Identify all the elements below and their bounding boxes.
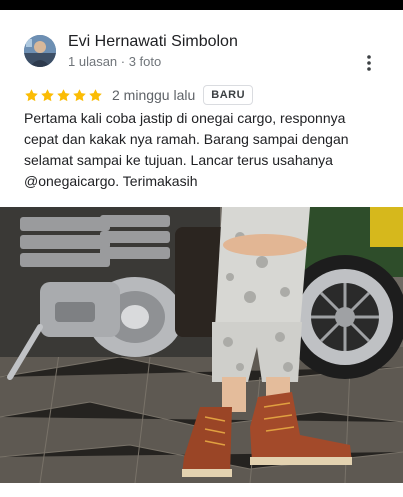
star-rating	[24, 88, 103, 103]
top-bar	[0, 0, 403, 10]
author-name[interactable]: Evi Hernawati Simbolon	[68, 33, 238, 51]
star-icon	[25, 88, 38, 101]
author-avatar[interactable]	[24, 35, 56, 67]
review-photo[interactable]	[0, 207, 403, 483]
review-date: 2 minggu lalu	[112, 87, 196, 103]
rating-row: 2 minggu lalu BARU	[24, 84, 254, 106]
new-badge: BARU	[203, 85, 254, 105]
bottom-strip	[0, 483, 403, 497]
review-header: Evi Hernawati Simbolon 1 ulasan · 3 foto	[0, 10, 403, 82]
star-icon	[73, 88, 86, 101]
star-icon	[41, 88, 54, 101]
more-vert-icon[interactable]	[358, 52, 380, 74]
review-text: Pertama kali coba jastip di onegai cargo…	[24, 110, 349, 189]
star-icon	[89, 88, 102, 101]
author-meta: 1 ulasan · 3 foto	[68, 54, 162, 69]
star-icon	[57, 88, 70, 101]
